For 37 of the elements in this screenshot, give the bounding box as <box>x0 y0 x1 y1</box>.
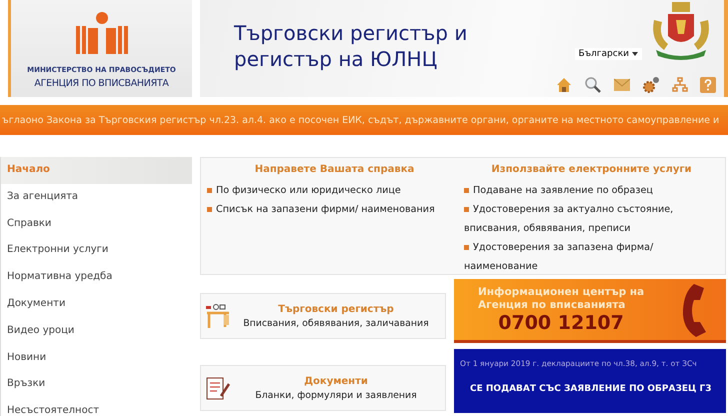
service-link[interactable]: Подаване на заявление по образец <box>464 181 719 200</box>
site-title: Търговски регистър и регистър на ЮЛНЦ <box>233 20 468 73</box>
sidebar-item[interactable]: Връзки <box>0 371 192 398</box>
sidebar-item[interactable]: Видео уроци <box>0 318 192 345</box>
desk-icon <box>205 303 231 329</box>
service-link[interactable]: Удостоверения за актуално състояние, вписвания, обявявания, преписи <box>464 200 719 238</box>
ticker-text: ъглаоно Закона за Търговския регистър чл.23. ал.4. ако е посочен ЕИК, съдът, държавните органи, органите на местното самоуправление и <box>2 114 720 126</box>
sidebar-item[interactable]: Нормативна уредба <box>0 264 192 291</box>
agency-name: АГЕНЦИЯ ПО ВПИСВАНИЯТА <box>34 78 169 89</box>
sidebar-item[interactable]: Електронни услуги <box>0 237 192 264</box>
register-card[interactable]: Търговски регистър Вписвания, обявявания, заличавания <box>200 293 446 339</box>
home-icon[interactable] <box>556 77 572 93</box>
sidebar-item[interactable]: Справки <box>0 210 192 238</box>
sidebar-item[interactable]: За агенцията <box>0 184 192 211</box>
notice-headline: СЕ ПОДАВАТ СЪС ЗАЯВЛЕНИЕ ПО ОБРАЗЕЦ Г3 <box>469 384 712 394</box>
card-title: Търговски регистър <box>277 304 395 314</box>
sidebar-item[interactable]: Документи <box>0 290 192 318</box>
section-heading: Направете Вашата справка <box>254 164 416 175</box>
card-title: Документи <box>303 376 369 386</box>
caret-icon <box>632 52 638 56</box>
phone-number: 0700 12107 <box>497 312 625 334</box>
section-heading: Използвайте електронните услуги <box>490 164 693 175</box>
register-card[interactable]: Документи Бланки, формуляри и заявления <box>200 365 446 411</box>
sidebar-item[interactable]: Несъстоятелност <box>0 398 192 416</box>
info-center-title: Информационен център на Агенция по вписванията <box>478 286 644 312</box>
service-link[interactable]: Удостоверения за запазена фирма/наименование <box>464 238 719 276</box>
gears-icon[interactable] <box>642 76 660 94</box>
card-description: Вписвания, обявявания, заличавания <box>242 318 430 328</box>
envelope-icon[interactable] <box>614 78 630 92</box>
search-icon[interactable] <box>584 76 602 94</box>
sidebar-item[interactable]: Новини <box>0 344 192 372</box>
info-center-banner[interactable]: Информационен център на Агенция по вписванията 0700 12107 <box>454 279 726 343</box>
card-description: Бланки, формуляри и заявления <box>254 390 418 400</box>
language-select[interactable]: Български <box>574 48 642 60</box>
service-link[interactable]: По физическо или юридическо лице <box>207 181 462 200</box>
document-pen-icon <box>205 376 231 400</box>
service-link[interactable]: Списък на запазени фирми/ наименования <box>207 200 462 219</box>
